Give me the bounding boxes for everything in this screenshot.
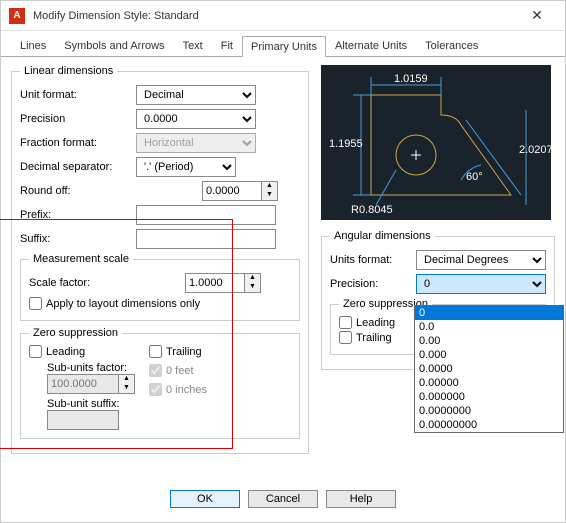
round-off-label: Round off:: [20, 185, 130, 197]
precision-option[interactable]: 0: [415, 306, 563, 320]
fraction-format-label: Fraction format:: [20, 137, 130, 149]
zero-legend: Zero suppression: [29, 327, 122, 339]
spinner-up-icon[interactable]: ▲: [262, 182, 277, 191]
cancel-button[interactable]: Cancel: [248, 490, 318, 508]
inches-label: 0 inches: [166, 384, 207, 396]
unit-format-select[interactable]: Decimal: [136, 85, 256, 105]
precision-dropdown-list[interactable]: 0 0.0 0.00 0.000 0.0000 0.00000 0.000000…: [414, 305, 564, 433]
tab-alternate-units[interactable]: Alternate Units: [326, 35, 416, 56]
precision-option[interactable]: 0.0000: [415, 362, 563, 376]
subunit-factor-input: [47, 374, 119, 394]
angular-legend: Angular dimensions: [330, 230, 435, 242]
linear-legend: Linear dimensions: [20, 65, 117, 77]
angular-units-select[interactable]: Decimal Degrees: [416, 250, 546, 270]
subunit-suffix-label: Sub-unit suffix:: [47, 398, 139, 410]
unit-format-label: Unit format:: [20, 89, 130, 101]
prefix-label: Prefix:: [20, 209, 130, 221]
inches-checkbox: [149, 383, 162, 396]
tab-tolerances[interactable]: Tolerances: [416, 35, 487, 56]
trailing-checkbox[interactable]: [149, 345, 162, 358]
spinner-down-icon[interactable]: ▼: [262, 191, 277, 200]
decimal-separator-select[interactable]: '.' (Period): [136, 157, 236, 177]
close-button[interactable]: ✕: [517, 1, 557, 31]
round-off-input[interactable]: [202, 181, 262, 201]
help-button[interactable]: Help: [326, 490, 396, 508]
angular-trailing-checkbox[interactable]: [339, 331, 352, 344]
scale-factor-label: Scale factor:: [29, 277, 179, 289]
zero-suppression-group: Zero suppression Leading Sub-units facto…: [20, 327, 300, 439]
tab-lines[interactable]: Lines: [11, 35, 55, 56]
spinner-up-icon: ▲: [119, 375, 134, 384]
spinner-up-icon[interactable]: ▲: [245, 274, 260, 283]
angular-dimensions-group: Angular dimensions Units format: Decimal…: [321, 230, 555, 370]
scale-factor-spinner[interactable]: ▲▼: [185, 273, 265, 293]
round-off-spinner[interactable]: ▲▼: [202, 181, 282, 201]
measurement-legend: Measurement scale: [29, 253, 133, 265]
apply-layout-checkbox[interactable]: [29, 297, 42, 310]
suffix-input[interactable]: [136, 229, 276, 249]
prefix-input[interactable]: [136, 205, 276, 225]
leading-checkbox[interactable]: [29, 345, 42, 358]
subunit-factor-spinner: ▲▼: [47, 374, 139, 394]
angular-leading-label: Leading: [356, 317, 395, 329]
precision-label: Precision: [20, 113, 130, 125]
angular-units-label: Units format:: [330, 254, 410, 266]
precision-option[interactable]: 0.00: [415, 334, 563, 348]
decimal-separator-label: Decimal separator:: [20, 161, 130, 173]
precision-option[interactable]: 0.00000: [415, 376, 563, 390]
dimension-preview: 1.0159 1.1955 2.0207 60° R0.8045: [321, 65, 551, 220]
svg-text:1.0159: 1.0159: [394, 73, 428, 85]
tab-symbols[interactable]: Symbols and Arrows: [55, 35, 173, 56]
precision-select[interactable]: 0.0000: [136, 109, 256, 129]
ok-button[interactable]: OK: [170, 490, 240, 508]
measurement-scale-group: Measurement scale Scale factor: ▲▼ Apply…: [20, 253, 300, 321]
spinner-down-icon[interactable]: ▼: [245, 283, 260, 292]
svg-text:2.0207: 2.0207: [519, 144, 551, 156]
angular-leading-checkbox[interactable]: [339, 316, 352, 329]
precision-option[interactable]: 0.000: [415, 348, 563, 362]
angular-precision-select[interactable]: 0: [416, 274, 546, 294]
svg-text:60°: 60°: [466, 171, 483, 183]
fraction-format-select: Horizontal: [136, 133, 256, 153]
apply-layout-label: Apply to layout dimensions only: [46, 298, 200, 310]
scale-factor-input[interactable]: [185, 273, 245, 293]
precision-option[interactable]: 0.0: [415, 320, 563, 334]
linear-dimensions-group: Linear dimensions Unit format: Decimal P…: [11, 65, 309, 454]
suffix-label: Suffix:: [20, 233, 130, 245]
angular-precision-label: Precision:: [330, 278, 410, 290]
tab-fit[interactable]: Fit: [212, 35, 242, 56]
subunit-suffix-input: [47, 410, 119, 430]
tab-primary-units[interactable]: Primary Units: [242, 36, 326, 57]
app-icon: A: [9, 8, 25, 24]
precision-option[interactable]: 0.00000000: [415, 418, 563, 432]
precision-option[interactable]: 0.0000000: [415, 404, 563, 418]
tab-text[interactable]: Text: [174, 35, 212, 56]
leading-label: Leading: [46, 346, 85, 358]
spinner-down-icon: ▼: [119, 384, 134, 393]
svg-text:R0.8045: R0.8045: [351, 204, 393, 216]
feet-checkbox: [149, 364, 162, 377]
svg-text:1.1955: 1.1955: [329, 138, 363, 150]
precision-option[interactable]: 0.000000: [415, 390, 563, 404]
trailing-label: Trailing: [166, 346, 202, 358]
tab-strip: Lines Symbols and Arrows Text Fit Primar…: [1, 31, 565, 57]
angular-trailing-label: Trailing: [356, 332, 392, 344]
window-title: Modify Dimension Style: Standard: [33, 10, 517, 22]
subunit-factor-label: Sub-units factor:: [47, 362, 139, 374]
feet-label: 0 feet: [166, 365, 194, 377]
